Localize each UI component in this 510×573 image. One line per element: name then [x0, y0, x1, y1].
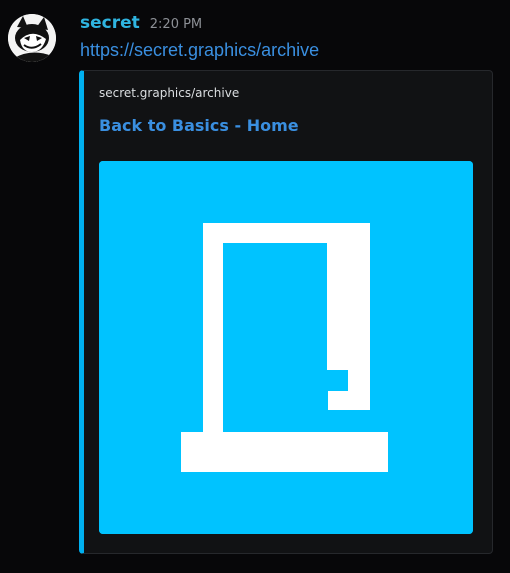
cartoon-cat-avatar-icon	[8, 14, 56, 62]
embed-image[interactable]	[99, 161, 473, 534]
embed-title-link[interactable]: Back to Basics - Home	[99, 116, 299, 135]
door-logo-icon	[99, 161, 473, 534]
avatar[interactable]	[8, 14, 56, 62]
link-embed: secret.graphics/archive Back to Basics -…	[79, 70, 493, 554]
embed-provider: secret.graphics/archive	[99, 86, 240, 100]
message-header: secret 2:20 PM	[80, 13, 202, 37]
chat-message: secret 2:20 PM https://secret.graphics/a…	[0, 0, 510, 573]
author-name[interactable]: secret	[80, 13, 140, 33]
message-link[interactable]: https://secret.graphics/archive	[80, 40, 319, 61]
message-timestamp: 2:20 PM	[149, 17, 203, 32]
